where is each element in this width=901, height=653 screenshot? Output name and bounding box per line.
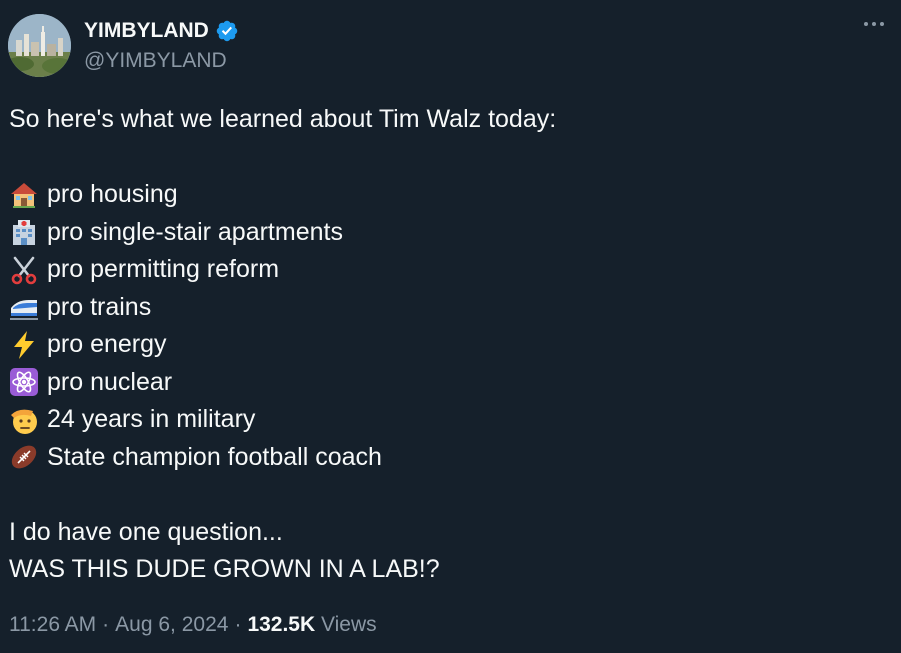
atom-icon (9, 367, 39, 397)
list-item-text: pro energy (47, 330, 167, 358)
list-item-text: 24 years in military (47, 405, 256, 433)
hospital-building-icon (9, 217, 39, 247)
more-options-button[interactable] (861, 14, 887, 34)
views-label[interactable]: Views (321, 613, 377, 636)
scissors-icon (9, 255, 39, 285)
list-item-text: pro permitting reform (47, 255, 280, 283)
verified-badge-icon[interactable] (215, 19, 239, 43)
tweet-intro: So here's what we learned about Tim Walz… (9, 105, 557, 133)
football-icon (9, 442, 39, 472)
list-item: pro trains (9, 289, 881, 327)
list-item: pro permitting reform (9, 251, 881, 289)
meta-separator: · (234, 613, 242, 636)
tweet-card: YIMBYLAND @YIMBYLAND So here's what we l… (0, 0, 901, 653)
avatar[interactable] (8, 14, 71, 77)
list-item-text: State champion football coach (47, 442, 382, 471)
list-item: pro nuclear (9, 364, 881, 402)
list-item-text: pro housing (47, 180, 178, 208)
author-name-row[interactable]: YIMBYLAND (84, 19, 239, 43)
more-horizontal-icon (864, 22, 884, 26)
list-item: State champion football coach (9, 439, 881, 477)
tweet-outro-exclamation: WAS THIS DUDE GROWN IN A LAB!? (9, 555, 440, 583)
list-item: pro energy (9, 326, 881, 364)
views-count[interactable]: 132.5K (247, 613, 315, 636)
house-icon (9, 180, 39, 210)
list-item: pro housing (9, 176, 881, 214)
list-item: pro single-stair apartments (9, 214, 881, 252)
list-item-text: pro nuclear (47, 367, 173, 396)
avatar-image (8, 14, 71, 77)
list-item: 24 years in military (9, 401, 881, 439)
meta-separator: · (102, 613, 110, 636)
list-item-text: pro trains (47, 292, 152, 321)
list-item-text: pro single-stair apartments (47, 217, 343, 246)
tweet-date[interactable]: Aug 6, 2024 (115, 613, 228, 636)
tweet-outro-question: I do have one question... (9, 517, 283, 546)
tweet-time[interactable]: 11:26 AM (9, 613, 96, 636)
tweet-text: So here's what we learned about Tim Walz… (9, 101, 881, 589)
bullet-train-icon (9, 292, 39, 322)
lightning-icon (9, 330, 39, 360)
tweet-meta: 11:26 AM · Aug 6, 2024 · 132.5K Views (9, 612, 377, 638)
author-handle[interactable]: @YIMBYLAND (84, 49, 227, 73)
display-name[interactable]: YIMBYLAND (84, 19, 209, 43)
saluting-face-icon (9, 405, 39, 435)
